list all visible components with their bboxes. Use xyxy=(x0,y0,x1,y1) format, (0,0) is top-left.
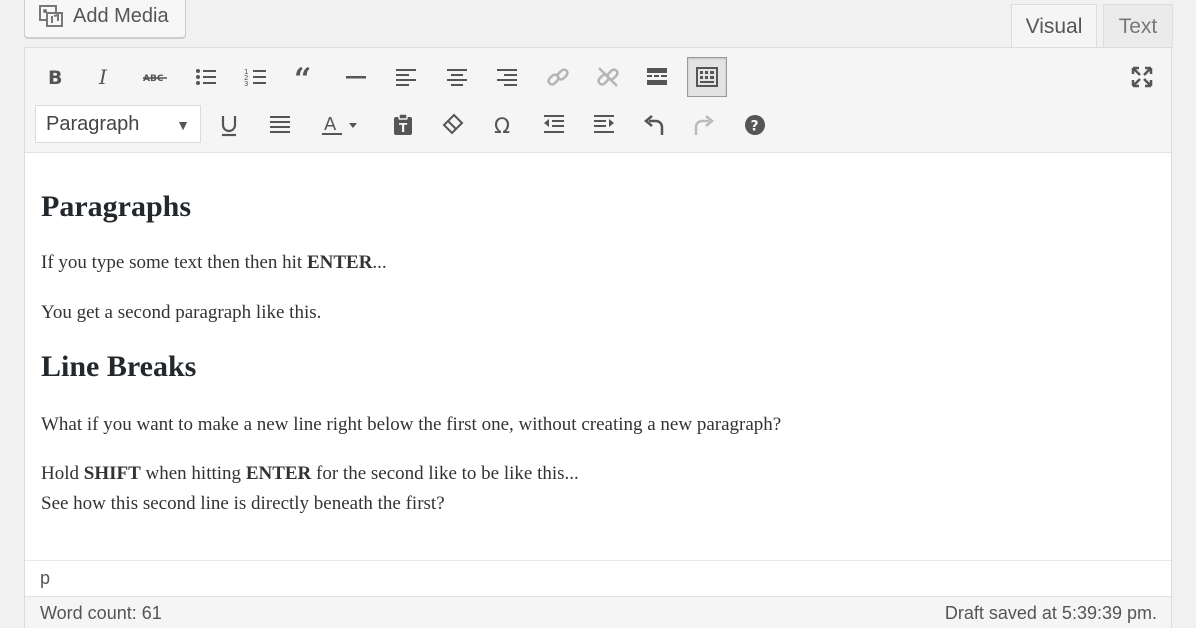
chevron-down-icon: ▼ xyxy=(176,117,190,133)
svg-text:I: I xyxy=(98,65,108,89)
p4-e: for the second like to be like this... xyxy=(311,463,579,484)
read-more-icon[interactable] xyxy=(637,57,677,97)
tab-visual[interactable]: Visual xyxy=(1011,4,1097,48)
clear-formatting-icon[interactable] xyxy=(433,105,473,145)
align-center-icon[interactable] xyxy=(437,57,477,97)
p4-c: when hitting xyxy=(140,463,246,484)
p4-bold-shift: SHIFT xyxy=(83,463,141,484)
paragraph-3: What if you want to make a new line righ… xyxy=(41,414,782,435)
strikethrough-icon[interactable]: ABC xyxy=(135,57,175,97)
svg-text:“: “ xyxy=(294,64,311,90)
toolbar-toggle-icon[interactable] xyxy=(687,57,727,97)
paragraph-2: You get a second paragraph like this. xyxy=(41,302,322,323)
svg-text:ABC: ABC xyxy=(143,74,164,84)
add-media-icon xyxy=(39,5,63,27)
paragraph-1: If you type some text then then hit ENTE… xyxy=(41,248,387,278)
bold-icon[interactable]: B xyxy=(36,57,76,97)
format-select[interactable]: Paragraph ▼ xyxy=(35,105,201,143)
paste-as-text-icon[interactable]: T xyxy=(383,105,423,145)
p1-ellipsis: ... xyxy=(372,252,387,273)
heading-line-breaks: Line Breaks xyxy=(41,350,197,383)
horizontal-line-icon[interactable] xyxy=(336,57,376,97)
redo-icon[interactable] xyxy=(684,105,724,145)
fullscreen-icon[interactable] xyxy=(1122,57,1162,97)
heading-paragraphs: Paragraphs xyxy=(41,190,191,223)
tab-text[interactable]: Text xyxy=(1103,4,1173,48)
justify-icon[interactable] xyxy=(260,105,300,145)
italic-icon[interactable]: I xyxy=(85,57,125,97)
undo-icon[interactable] xyxy=(634,105,674,145)
p1-bold: ENTER xyxy=(306,252,373,273)
insert-link-icon[interactable] xyxy=(538,57,578,97)
decrease-indent-icon[interactable] xyxy=(534,105,574,145)
add-media-button[interactable]: Add Media xyxy=(24,0,186,38)
svg-text:A: A xyxy=(324,114,337,135)
svg-text:3: 3 xyxy=(244,80,248,88)
svg-text:?: ? xyxy=(751,119,759,135)
svg-text:T: T xyxy=(399,121,408,135)
underline-icon[interactable] xyxy=(209,105,249,145)
svg-text:Ω: Ω xyxy=(494,114,510,138)
align-left-icon[interactable] xyxy=(386,57,426,97)
editor: B I ABC 123 “ Paragraph ▼ A T Ω ? Paragr… xyxy=(24,47,1172,628)
remove-link-icon[interactable] xyxy=(588,57,628,97)
special-character-icon[interactable]: Ω xyxy=(484,105,524,145)
p1-text: If you type some text then then hit xyxy=(41,252,307,273)
editor-toolbar: B I ABC 123 “ Paragraph ▼ A T Ω ? xyxy=(25,48,1171,153)
p4-bold-enter: ENTER xyxy=(245,463,312,484)
element-path: p xyxy=(25,560,1171,596)
paragraph-4: Hold SHIFT when hitting ENTER for the se… xyxy=(41,459,579,519)
draft-saved-status: Draft saved at 5:39:39 pm. xyxy=(944,602,1157,623)
format-select-value: Paragraph xyxy=(46,112,140,135)
p4-a: Hold xyxy=(41,463,84,484)
help-icon[interactable]: ? xyxy=(735,105,775,145)
numbered-list-icon[interactable]: 123 xyxy=(236,57,276,97)
status-bar: Word count: 61 Draft saved at 5:39:39 pm… xyxy=(25,596,1171,628)
svg-text:B: B xyxy=(48,67,62,89)
p4-line2: See how this second line is directly ben… xyxy=(41,493,445,514)
align-right-icon[interactable] xyxy=(487,57,527,97)
text-color-icon[interactable]: A xyxy=(312,105,370,145)
word-count: Word count: 61 xyxy=(40,602,162,623)
blockquote-icon[interactable]: “ xyxy=(286,57,326,97)
path-element-p[interactable]: p xyxy=(40,568,50,589)
increase-indent-icon[interactable] xyxy=(584,105,624,145)
bulleted-list-icon[interactable] xyxy=(186,57,226,97)
add-media-label: Add Media xyxy=(73,4,169,27)
